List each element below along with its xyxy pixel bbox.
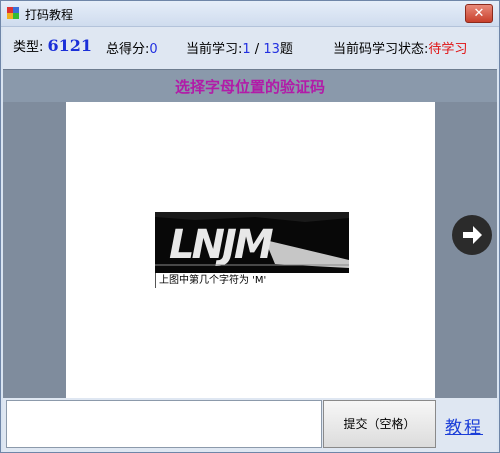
app-window: 打码教程 ✕ 类型: 6121 总得分:0 当前学习:1 / 13题 当前码学习… (0, 0, 500, 453)
submit-button[interactable]: 提交（空格） (323, 400, 436, 448)
captcha-image[interactable]: LNJM (155, 212, 349, 273)
work-area: LNJM 上图中第几个字符为 'M' (3, 102, 497, 398)
progress-total: 13 (263, 42, 280, 57)
captcha-panel: LNJM 上图中第几个字符为 'M' (155, 212, 349, 288)
next-button[interactable] (452, 215, 492, 255)
right-arrow-icon (463, 226, 482, 244)
type-value: 6121 (47, 36, 93, 55)
score-stat: 总得分:0 (106, 38, 158, 57)
captcha-caption: 上图中第几个字符为 'M' (155, 273, 349, 288)
tutorial-link[interactable]: 教程 (445, 413, 483, 438)
captcha-canvas: LNJM 上图中第几个字符为 'M' (66, 102, 435, 398)
task-banner: 选择字母位置的验证码 (3, 69, 497, 103)
app-logo-icon (7, 7, 19, 19)
status-stat: 当前码学习状态:待学习 (333, 38, 467, 57)
type-stat: 类型: 6121 (13, 36, 92, 55)
progress-separator: / (250, 42, 264, 57)
progress-suffix: 题 (279, 42, 293, 57)
close-button[interactable]: ✕ (465, 4, 493, 23)
status-value: 待学习 (428, 42, 468, 57)
progress-label: 当前学习: (186, 42, 243, 57)
answer-input[interactable] (6, 400, 322, 448)
status-label: 当前码学习状态: (333, 42, 429, 57)
answer-bar: 提交（空格） 教程 (3, 398, 497, 452)
stats-bar: 类型: 6121 总得分:0 当前学习:1 / 13题 当前码学习状态:待学习 (3, 27, 497, 69)
score-value: 0 (149, 42, 158, 57)
captcha-image-graphic: LNJM (155, 212, 349, 268)
banner-title: 选择字母位置的验证码 (174, 78, 325, 96)
window-title: 打码教程 (25, 8, 74, 22)
progress-stat: 当前学习:1 / 13题 (186, 38, 293, 57)
title-bar: 打码教程 ✕ (1, 1, 499, 27)
score-label: 总得分: (106, 42, 150, 57)
type-label: 类型: (13, 40, 44, 55)
captcha-image-text: LNJM (169, 222, 273, 268)
progress-current: 1 (242, 42, 251, 57)
